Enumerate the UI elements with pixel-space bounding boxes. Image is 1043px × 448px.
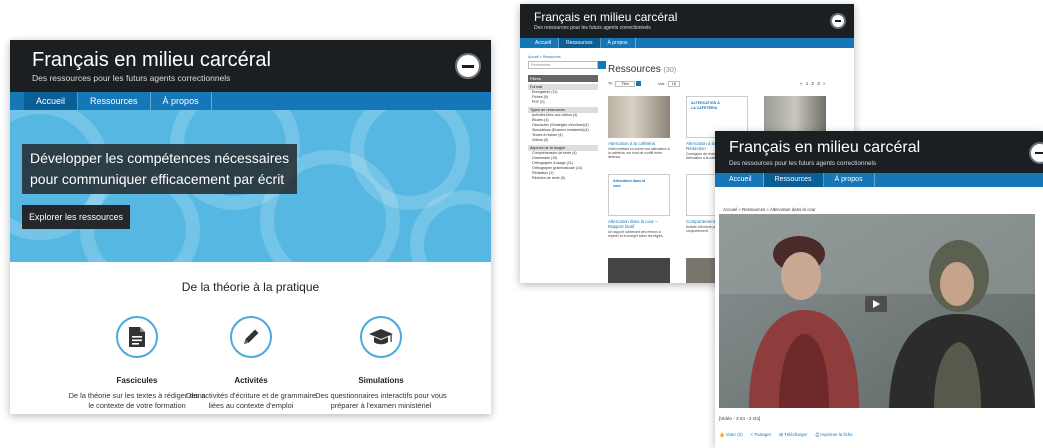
breadcrumb[interactable]: Accueil » Ressources [528, 55, 561, 59]
nav-item-accueil[interactable]: Accueil [718, 173, 764, 187]
nav-item-ressources[interactable]: Ressources [78, 92, 151, 110]
site-subtitle: Des ressources pour les futurs agents co… [534, 25, 651, 31]
feature-title: Activités [234, 376, 268, 385]
sort-select[interactable]: Titre [615, 80, 635, 87]
nav-item-accueil[interactable]: Accueil [528, 38, 560, 48]
search-input[interactable]: Rechercher [528, 61, 606, 69]
resource-card[interactable]: Altercation à la cafétéria Vidéo mettant… [608, 96, 670, 160]
feature-desc-line: préparer à l'examen ministériel [330, 401, 432, 410]
download-label: Télécharger [784, 432, 808, 437]
resource-description: Un rapport contenant des erreurs à repér… [608, 230, 664, 239]
video-thumbnail[interactable] [608, 258, 670, 283]
site-subtitle: Des ressources pour les futurs agents co… [32, 73, 231, 83]
vote-button[interactable]: 👍 Voter (0) [719, 432, 743, 438]
video-thumbnail[interactable] [608, 96, 670, 138]
feature-activites[interactable]: Activités Des activités d'écriture et de… [176, 316, 326, 411]
section-title: De la théorie à la pratique [181, 280, 320, 294]
site-subtitle: Des ressources pour les futurs agents co… [729, 160, 876, 167]
sort-direction-icon[interactable] [635, 81, 641, 86]
vote-label: Voter (0) [725, 432, 743, 437]
university-logo-icon[interactable] [830, 13, 846, 29]
university-logo-icon[interactable] [455, 53, 481, 79]
result-count: (30) [663, 67, 677, 74]
site-title[interactable]: Français en milieu carcéral [729, 139, 920, 157]
nav-item-ressources[interactable]: Ressources [763, 173, 824, 187]
document-thumbnail[interactable]: Altercation dans la cour [608, 174, 670, 216]
explore-resources-button[interactable]: Explorer les ressources [22, 205, 131, 229]
print-icon: ⎙ [815, 432, 819, 437]
doc-thumb-title: ALTERCATION À LA CAFÉTÉRIA [691, 101, 720, 110]
feature-title: Simulations [358, 376, 404, 385]
feature-description: Des activités d'écriture et de grammaire… [176, 391, 326, 411]
main-nav: Accueil Ressources À propos [10, 92, 491, 110]
graduation-cap-icon [360, 316, 402, 358]
search-icon[interactable] [598, 61, 606, 69]
download-button[interactable]: ⊞ Télécharger [779, 432, 807, 438]
filter-option[interactable]: PDF (9) [528, 100, 598, 105]
filter-option[interactable]: Vidéos (5) [528, 138, 598, 143]
sort-label: Tri : [608, 81, 615, 86]
breadcrumb[interactable]: Accueil » Ressources » Altercation dans … [723, 207, 816, 212]
per-page-label: Voir : [658, 81, 667, 86]
pagination[interactable]: « 1 2 3 » [800, 81, 827, 86]
action-bar: 👍 Voter (0) < Partager ⊞ Télécharger ⎙ I… [719, 432, 853, 438]
nav-item-accueil[interactable]: Accueil [24, 92, 79, 110]
filter-sidebar: Rechercher Filtres Format Enregistrée (1… [528, 61, 606, 181]
feature-simulations[interactable]: Simulations Des questionnaires interacti… [306, 316, 456, 411]
hero-headline: Développer les compétences nécessaires p… [22, 144, 298, 194]
site-title[interactable]: Français en milieu carcéral [32, 49, 271, 72]
page-title: Ressources [608, 64, 661, 75]
site-header: Français en milieu carcéral Des ressourc… [715, 131, 1043, 173]
main-nav: Accueil Ressources À propos [715, 173, 1043, 187]
play-button[interactable] [865, 296, 887, 312]
hero-line-1: Développer les compétences nécessaires [30, 150, 290, 166]
homepage-screenshot: Français en milieu carcéral Des ressourc… [10, 40, 491, 414]
nav-item-a-propos[interactable]: À propos [601, 38, 636, 48]
resource-description: Vidéo mettant en scène une altercation à… [608, 147, 670, 160]
sort-controls: Tri : Titre Voir : 18 [608, 80, 680, 87]
share-button[interactable]: < Partager [751, 432, 772, 438]
site-header: Français en milieu carcéral Des ressourc… [520, 4, 854, 38]
download-icon: ⊞ [779, 432, 783, 437]
video-meta: [Vidéo - 3:24 - 2 Go] [719, 416, 761, 421]
per-page-select[interactable]: 18 [667, 80, 680, 87]
play-icon [873, 300, 880, 308]
thumbs-up-icon: 👍 [719, 432, 725, 437]
hero-banner: Développer les compétences nécessaires p… [10, 110, 491, 262]
site-header: Français en milieu carcéral Des ressourc… [10, 40, 491, 92]
university-logo-icon[interactable] [1029, 142, 1043, 164]
feature-desc-line: Des questionnaires interactifs pour vous [315, 391, 447, 400]
main-nav: Accueil Ressources À propos [520, 38, 854, 48]
resource-card[interactable]: Altercation dans la cour Altercation dan… [608, 174, 670, 238]
print-button[interactable]: ⎙ Imprimer la fiche [815, 432, 852, 438]
search-placeholder: Rechercher [531, 63, 551, 67]
share-label: Partager [754, 432, 772, 437]
pencil-icon [230, 316, 272, 358]
share-icon: < [750, 432, 754, 437]
doc-thumb-title: Altercation dans la cour [613, 179, 646, 188]
hero-line-2: pour communiquer efficacement par écrit [30, 171, 285, 187]
filter-option[interactable]: Révision de texte (5) [528, 176, 598, 181]
video-player[interactable] [719, 214, 1035, 408]
resources-heading: Ressources (30) [608, 64, 676, 75]
resource-title[interactable]: Altercation dans la cour – Rapport fauti… [608, 219, 670, 229]
feature-description: Des questionnaires interactifs pour vous… [306, 391, 456, 411]
nav-item-a-propos[interactable]: À propos [824, 173, 875, 187]
print-label: Imprimer la fiche [820, 432, 853, 437]
site-title[interactable]: Français en milieu carcéral [534, 10, 677, 24]
filters-header: Filtres [528, 75, 598, 82]
document-icon [116, 316, 158, 358]
nav-item-ressources[interactable]: Ressources [559, 38, 601, 48]
feature-desc-line: liées au contexte d'emploi [208, 401, 294, 410]
video-page-screenshot: Français en milieu carcéral Des ressourc… [715, 131, 1043, 448]
nav-item-a-propos[interactable]: À propos [151, 92, 212, 110]
feature-desc-line: Des activités d'écriture et de grammaire [186, 391, 316, 400]
resource-title[interactable]: Altercation à la cafétéria [608, 141, 670, 146]
